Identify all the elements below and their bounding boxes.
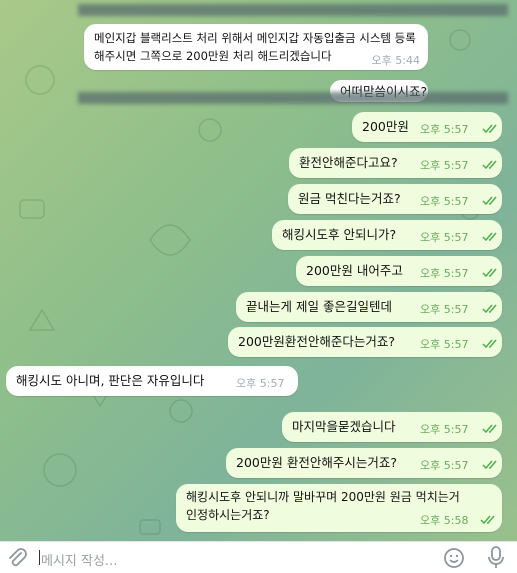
message-text: 메인지갑 블랙리스트 처리 위해서 메인지갑 자동입출금 시스템 등록 <box>94 31 416 45</box>
message-time: 오후 5:57 <box>420 338 469 351</box>
message-time: 오후 5:44 <box>371 54 420 67</box>
double-check-icon <box>480 515 495 525</box>
message-outgoing[interactable]: 끝내는게 제일 좋은길일텐데 오후 5:57 <box>236 292 502 322</box>
message-outgoing[interactable]: 해킹시도후 안되니까 말바꾸며 200만원 원금 먹치는거 인정하시는거죠? 오… <box>176 484 502 532</box>
message-text: 200만원 환전안해주시는거죠? <box>236 455 397 470</box>
message-input[interactable]: 메시지 작성... <box>41 550 117 569</box>
message-time: 오후 5:57 <box>236 377 285 390</box>
message-outgoing[interactable]: 원금 먹친다는거죠? 오후 5:57 <box>288 184 502 214</box>
message-text: 원금 먹친다는거죠? <box>298 191 401 206</box>
message-time: 오후 5:57 <box>420 195 469 208</box>
double-check-icon <box>482 460 497 470</box>
message-outgoing[interactable]: 200만원 오후 5:57 <box>352 112 502 142</box>
message-outgoing[interactable]: 200만원 환전안해주시는거죠? 오후 5:57 <box>226 448 502 478</box>
message-outgoing[interactable]: 환전안해준다고요? 오후 5:57 <box>289 148 502 178</box>
message-time: 오후 5:57 <box>420 423 469 436</box>
message-text: 해킹시도후 안되니까 말바꾸며 200만원 원금 먹치는거 <box>186 490 460 504</box>
message-text: 해킹시도 아니며, 판단은 자유입니다 <box>16 373 205 388</box>
message-composer: 메시지 작성... <box>0 541 517 573</box>
double-check-icon <box>482 196 497 206</box>
double-check-icon <box>482 124 497 134</box>
message-outgoing[interactable]: 해킹시도후 안되니가? 오후 5:57 <box>272 220 502 250</box>
text-caret <box>39 550 40 565</box>
message-outgoing[interactable]: 200만원환전안해준다는거죠? 오후 5:57 <box>228 327 502 357</box>
message-text: 끝내는게 제일 좋은길일텐데 <box>246 299 392 314</box>
double-check-icon <box>482 339 497 349</box>
message-text: 환전안해준다고요? <box>299 155 398 170</box>
message-time: 오후 5:57 <box>420 159 469 172</box>
microphone-icon[interactable] <box>487 546 505 570</box>
message-incoming[interactable]: 메인지갑 블랙리스트 처리 위해서 메인지갑 자동입출금 시스템 등록 해주시면… <box>84 24 428 70</box>
double-check-icon <box>482 424 497 434</box>
attach-icon[interactable] <box>6 548 28 568</box>
message-outgoing[interactable]: 마지막을묻겠습니다 오후 5:57 <box>282 412 502 442</box>
double-check-icon <box>482 304 497 314</box>
chat-area: 메인지갑 블랙리스트 처리 위해서 메인지갑 자동입출금 시스템 등록 해주시면… <box>0 0 517 541</box>
message-text: 해킹시도후 안되니가? <box>282 227 397 242</box>
message-time: 오후 5:57 <box>420 303 469 316</box>
message-text: 해주시면 그쪽으로 200만원 처리 해드리겠습니다 <box>94 49 332 63</box>
message-incoming[interactable]: 해킹시도 아니며, 판단은 자유입니다 오후 5:57 <box>6 366 298 396</box>
message-time: 오후 5:58 <box>420 514 469 527</box>
double-check-icon <box>482 268 497 278</box>
message-text: 200만원 내어주고 <box>306 263 403 278</box>
message-text: 200만원환전안해준다는거죠? <box>238 334 395 349</box>
message-text: 마지막을묻겠습니다 <box>292 419 396 434</box>
emoji-icon[interactable] <box>443 547 465 569</box>
message-time: 오후 5:57 <box>420 267 469 280</box>
double-check-icon <box>482 160 497 170</box>
message-time: 오후 5:57 <box>420 459 469 472</box>
message-text: 200만원 <box>362 119 409 134</box>
double-check-icon <box>482 232 497 242</box>
message-time: 오후 5:57 <box>420 123 469 136</box>
message-text: 인정하시는거죠? <box>186 508 270 522</box>
message-outgoing[interactable]: 200만원 내어주고 오후 5:57 <box>296 256 502 286</box>
message-time: 오후 5:57 <box>420 231 469 244</box>
